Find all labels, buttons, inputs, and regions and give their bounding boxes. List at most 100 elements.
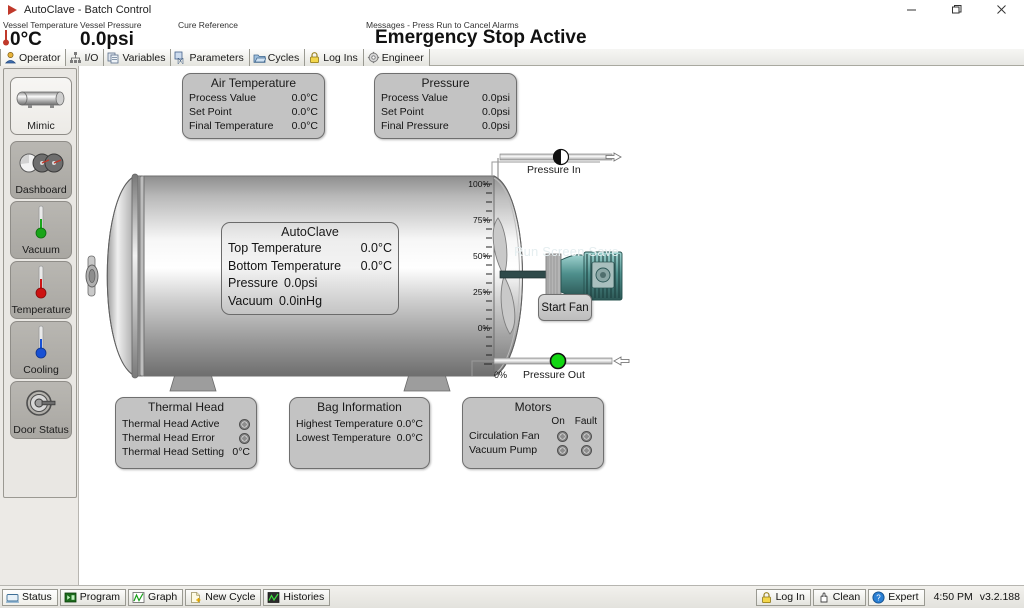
circulation-fan-on-led [557,430,568,442]
clean-button[interactable]: Clean [812,588,867,606]
row-value: 0.0°C [396,418,423,430]
thermal-head-row-error: Thermal Head Error [116,431,256,445]
row-value: 0.0psi [481,106,510,118]
scale-tick-25: 25% [472,287,490,297]
graph-button[interactable]: Graph [128,588,184,606]
log-in-button-label: Log In [775,591,805,603]
tab-parameters-label: Parameters [189,51,244,64]
lock-icon [760,591,773,604]
maximize-button[interactable] [934,0,979,19]
sidebar: Mimic Dashboard Vacuum Temperature Cooli… [0,66,79,585]
tab-operator[interactable]: Operator [0,49,67,66]
thermal-head-row-setting: Thermal Head Setting 0°C [116,445,256,459]
clock-time: 4:50 PM [933,591,973,603]
sidebar-item-temperature[interactable]: Temperature [10,261,72,319]
row-value: 0.0°C [360,258,392,273]
autoclave-row-vacuum: Vacuum 0.0inHg [222,293,398,311]
sidebar-item-temperature-label: Temperature [11,304,71,316]
tab-cycles[interactable]: Cycles [249,49,306,66]
operator-icon [4,51,17,64]
thermometer-green-icon [11,202,71,244]
program-icon [64,591,77,604]
thermometer-blue-icon [11,322,71,364]
new-cycle-button[interactable]: New Cycle [185,588,262,606]
autoclave-row-pressure: Pressure 0.0psi [222,275,398,293]
cure-reference-label: Cure Reference [178,20,239,30]
circulation-fan-fault-led [581,430,592,442]
row-label: Bottom Temperature [228,258,342,273]
sidebar-item-door-status[interactable]: Door Status [10,381,72,439]
log-in-button[interactable]: Log In [755,588,811,606]
graph-button-label: Graph [148,591,178,603]
thermal-head-active-led [239,418,250,430]
expert-button[interactable]: ? Expert [868,588,925,606]
row-label: Process Value [189,92,256,104]
pressure-row-process-value: Process Value 0.0psi [375,91,516,105]
close-button[interactable] [979,0,1024,19]
sidebar-item-vacuum-label: Vacuum [22,244,60,256]
window-title: AutoClave - Batch Control [24,3,152,16]
scale-tick-100: 100% [468,179,490,189]
sidebar-item-mimic[interactable]: Mimic [10,77,72,135]
help-icon: ? [872,590,885,604]
tab-io[interactable]: I/O [66,49,105,66]
pressure-row-set-point: Set Point 0.0psi [375,105,516,119]
svg-text:?: ? [877,593,882,602]
vessel-temperature-value: 0°C [10,29,42,50]
minimize-button[interactable] [889,0,934,19]
gear-icon [367,51,380,64]
tab-parameters[interactable]: [x] Parameters [171,49,250,66]
motors-row-vacuum-pump: Vacuum Pump [463,443,603,457]
program-button[interactable]: Program [59,588,127,606]
autoclave-vessel-graphic [85,148,630,392]
bag-row-lowest-temperature: Lowest Temperature 0.0°C [290,431,429,445]
motors-row-circulation-fan: Circulation Fan [463,429,603,443]
autoclave-row-bottom-temperature: Bottom Temperature 0.0°C [222,258,398,276]
tab-log-ins[interactable]: Log Ins [305,49,364,66]
row-value: 0.0°C [396,432,423,444]
histories-button-label: Histories [283,591,325,603]
play-triangle-icon [4,2,20,18]
title-bar: AutoClave - Batch Control [0,0,1024,19]
sidebar-item-cooling[interactable]: Cooling [10,321,72,379]
panel-pressure: Pressure Process Value 0.0psi Set Point … [374,73,517,139]
panel-pressure-title: Pressure [421,76,470,90]
vacuum-pump-fault-led [581,444,592,456]
row-value: 0°C [232,446,250,458]
row-value: 0.0inHg [278,293,323,308]
air-temperature-row-final-temperature: Final Temperature 0.0°C [183,119,324,133]
row-label: Vacuum Pump [469,444,538,456]
tab-variables[interactable]: Variables [104,49,172,66]
tab-io-label: I/O [84,51,99,64]
tab-log-ins-label: Log Ins [323,51,358,64]
header-strip: Vessel Temperature 0°C Vessel Pressure 0… [0,19,1024,50]
status-button[interactable]: Status [2,588,58,606]
panel-thermal-head-title: Thermal Head [147,400,225,414]
row-label: Set Point [381,106,424,118]
row-label: Pressure [228,276,279,290]
panel-air-temperature: Air Temperature Process Value 0.0°C Set … [182,73,325,139]
tab-engineer-label: Engineer [381,51,424,64]
thermometer-mini-icon [3,30,9,46]
motors-column-headers: On Fault [463,415,603,429]
histories-button[interactable]: Histories [263,588,331,606]
motors-col-fault: Fault [574,416,597,427]
parameters-icon: [x] [174,51,187,65]
tab-engineer[interactable]: Engineer [363,49,430,66]
row-value: 0.0psi [481,92,510,104]
panel-air-temperature-title: Air Temperature [210,76,297,90]
row-label: Final Temperature [189,120,274,132]
status-bar-right: Log In Clean ? Expert 4:50 PM v3.2.188 [754,588,1020,606]
sidebar-item-mimic-label: Mimic [27,120,55,132]
io-icon [69,51,82,64]
start-fan-button[interactable]: Start Fan [538,294,592,321]
tab-operator-label: Operator [19,51,61,64]
main-tab-bar: Operator I/O Variables [x] Parameters Cy… [0,49,1024,66]
histories-icon [267,591,280,604]
svg-text:[x]: [x] [178,59,185,64]
sidebar-item-vacuum[interactable]: Vacuum [10,201,72,259]
window-controls [889,0,1024,19]
thermal-head-error-led [239,432,250,444]
row-value: 0.0°C [291,120,318,132]
sidebar-item-dashboard[interactable]: Dashboard [10,141,72,199]
